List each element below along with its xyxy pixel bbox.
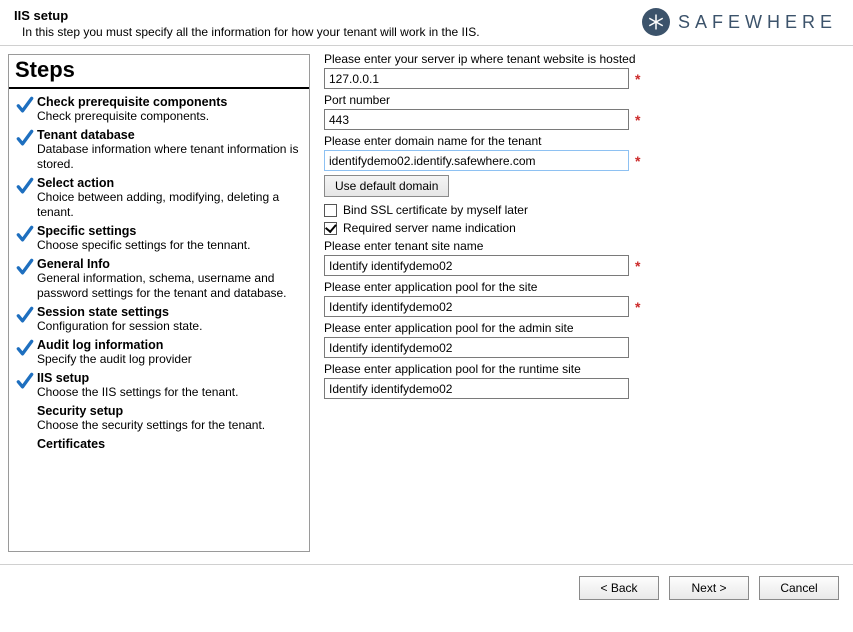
admin-pool-label: Please enter application pool for the ad… [324,321,839,335]
site-name-label: Please enter tenant site name [324,239,839,253]
back-button[interactable]: < Back [579,576,659,600]
step-item[interactable]: Select actionChoice between adding, modi… [9,174,309,222]
brand: SAFEWHERE [642,8,839,36]
step-item[interactable]: Specific settingsChoose specific setting… [9,222,309,255]
page-title: IIS setup [14,8,480,23]
step-desc: Choose specific settings for the tennant… [37,238,303,253]
required-marker: * [635,112,640,128]
check-icon [15,128,37,148]
step-item[interactable]: Audit log informationSpecify the audit l… [9,336,309,369]
step-name: Tenant database [37,128,303,142]
step-name: Session state settings [37,305,303,319]
step-desc: Configuration for session state. [37,319,303,334]
required-marker: * [635,258,640,274]
next-button[interactable]: Next > [669,576,749,600]
check-icon [15,257,37,277]
check-icon [15,95,37,115]
step-name: General Info [37,257,303,271]
step-desc: Check prerequisite components. [37,109,303,124]
check-icon [15,338,37,358]
snowflake-icon [642,8,670,36]
step-desc: General information, schema, username an… [37,271,303,301]
sni-label: Required server name indication [343,221,516,235]
step-name: IIS setup [37,371,303,385]
step-desc: Database information where tenant inform… [37,142,303,172]
admin-pool-input[interactable] [324,337,629,358]
step-desc: Choose the IIS settings for the tenant. [37,385,303,400]
server-ip-label: Please enter your server ip where tenant… [324,52,839,66]
footer: < Back Next > Cancel [0,564,853,610]
step-name: Check prerequisite components [37,95,303,109]
step-name: Select action [37,176,303,190]
step-item[interactable]: Session state settingsConfiguration for … [9,303,309,336]
server-ip-input[interactable] [324,68,629,89]
step-name: Audit log information [37,338,303,352]
step-desc: Choose the security settings for the ten… [37,418,303,433]
runtime-pool-input[interactable] [324,378,629,399]
checkbox-checked-icon [324,222,337,235]
domain-label: Please enter domain name for the tenant [324,134,839,148]
checkbox-icon [324,204,337,217]
header: IIS setup In this step you must specify … [0,0,853,46]
required-marker: * [635,299,640,315]
check-icon [15,176,37,196]
check-icon [15,224,37,244]
step-desc: Choice between adding, modifying, deleti… [37,190,303,220]
step-item[interactable]: Tenant databaseDatabase information wher… [9,126,309,174]
sni-checkbox[interactable]: Required server name indication [324,221,839,235]
site-name-input[interactable] [324,255,629,276]
step-desc: Specify the audit log provider [37,352,303,367]
domain-input[interactable] [324,150,629,171]
step-item[interactable]: Certificates [9,435,309,453]
cancel-button[interactable]: Cancel [759,576,839,600]
step-name: Certificates [37,437,303,451]
port-label: Port number [324,93,839,107]
required-marker: * [635,71,640,87]
port-input[interactable] [324,109,629,130]
step-item[interactable]: IIS setupChoose the IIS settings for the… [9,369,309,402]
use-default-domain-button[interactable]: Use default domain [324,175,449,197]
steps-panel: Steps Check prerequisite componentsCheck… [8,54,310,552]
step-item[interactable]: Check prerequisite componentsCheck prere… [9,93,309,126]
page-subtitle: In this step you must specify all the in… [14,25,480,39]
steps-title: Steps [9,55,309,89]
app-pool-input[interactable] [324,296,629,317]
check-icon [15,371,37,391]
runtime-pool-label: Please enter application pool for the ru… [324,362,839,376]
step-name: Security setup [37,404,303,418]
form-panel: Please enter your server ip where tenant… [310,46,853,560]
bind-ssl-label: Bind SSL certificate by myself later [343,203,528,217]
check-icon [15,305,37,325]
step-item[interactable]: Security setupChoose the security settin… [9,402,309,435]
step-item[interactable]: General InfoGeneral information, schema,… [9,255,309,303]
app-pool-label: Please enter application pool for the si… [324,280,839,294]
required-marker: * [635,153,640,169]
bind-ssl-checkbox[interactable]: Bind SSL certificate by myself later [324,203,839,217]
brand-text: SAFEWHERE [678,12,837,33]
step-name: Specific settings [37,224,303,238]
